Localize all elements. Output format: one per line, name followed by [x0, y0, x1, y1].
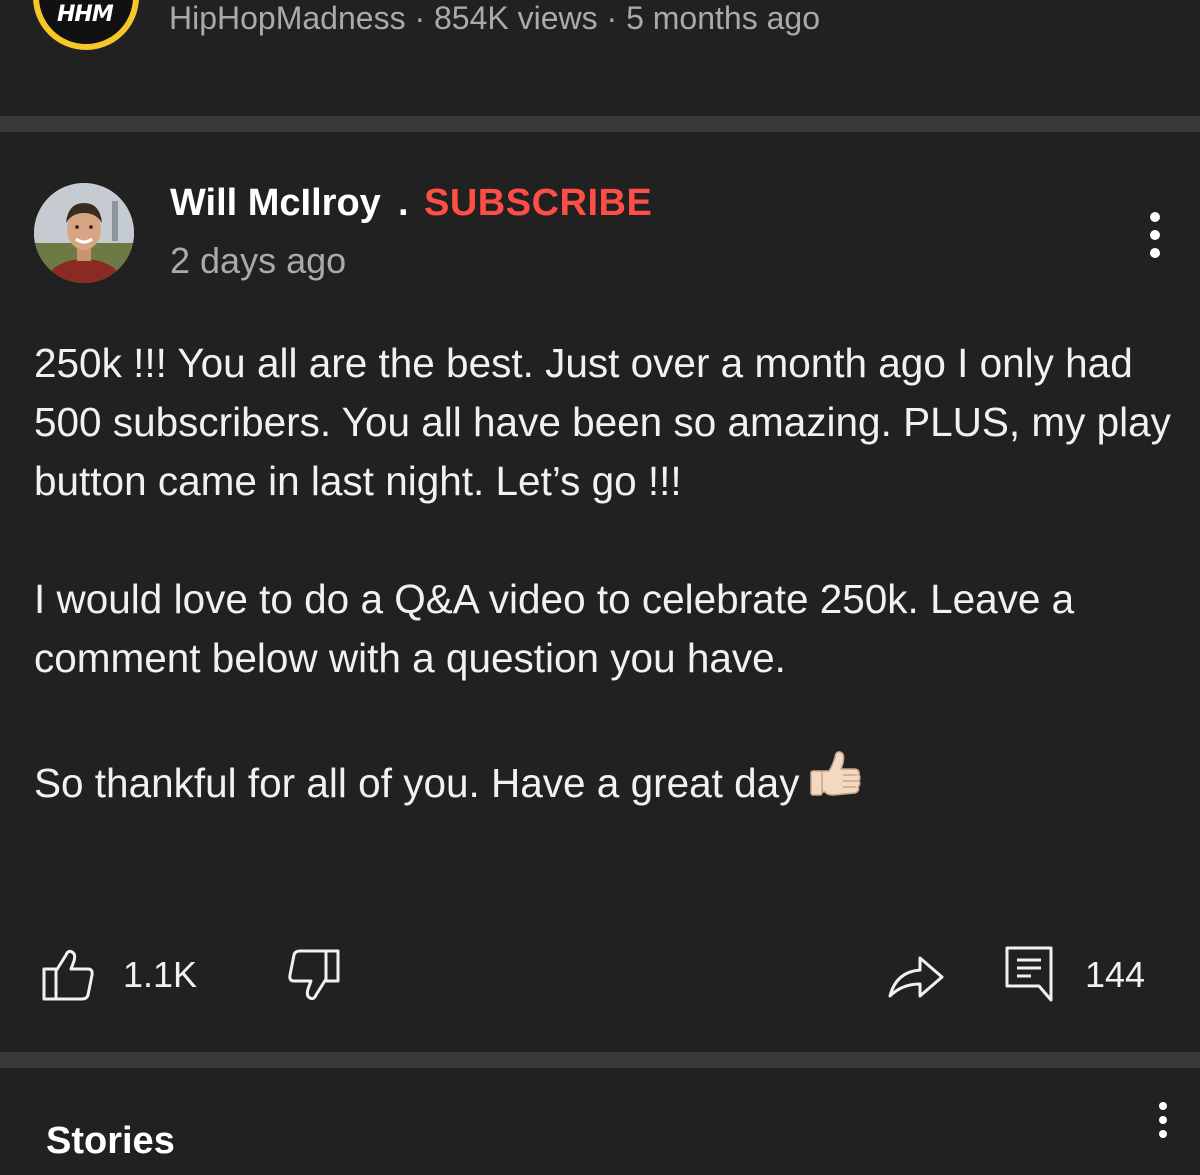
share-icon[interactable] [886, 950, 946, 1007]
meta-separator: · [606, 0, 618, 36]
community-post: Will McIlroy . SUBSCRIBE 2 days ago 250k… [0, 132, 1200, 1052]
post-paragraph: I would love to do a Q&A video to celebr… [34, 576, 1075, 681]
previous-video-row[interactable]: HHM HipHopMadness · 854K views · 5 month… [0, 0, 1200, 116]
section-divider [0, 1052, 1200, 1068]
more-options-icon[interactable] [1140, 210, 1170, 260]
post-paragraph-text: So thankful for all of you. Have a great… [34, 760, 800, 806]
channel-logo-text: HHM [57, 2, 114, 27]
name-separator: . [398, 182, 409, 224]
thumbs-up-emoji-icon [807, 747, 863, 819]
avatar-photo [34, 183, 134, 283]
author-name[interactable]: Will McIlroy [170, 182, 381, 225]
avatar[interactable] [34, 183, 134, 283]
upload-age: 5 months ago [626, 0, 820, 36]
more-options-icon[interactable] [1150, 1100, 1176, 1140]
section-divider [0, 116, 1200, 132]
video-metadata: HipHopMadness · 854K views · 5 months ag… [169, 0, 820, 37]
view-count: 854K views [434, 0, 598, 36]
channel-logo[interactable]: HHM [33, 0, 139, 50]
post-paragraph-last: So thankful for all of you. Have a great… [34, 747, 1174, 819]
channel-name: HipHopMadness [169, 0, 406, 36]
like-count: 1.1K [123, 954, 198, 995]
stories-heading: Stories [46, 1120, 175, 1162]
like-icon[interactable] [40, 947, 96, 1008]
post-paragraph: 250k !!! You all are the best. Just over… [34, 340, 1171, 504]
stories-shelf: Stories [0, 1068, 1200, 1175]
post-body: 250k !!! You all are the best. Just over… [34, 334, 1174, 819]
comment-count: 144 [1085, 954, 1146, 995]
post-timestamp: 2 days ago [170, 240, 347, 281]
dislike-icon[interactable] [286, 947, 342, 1008]
comment-icon[interactable] [1003, 944, 1055, 1007]
subscribe-button[interactable]: SUBSCRIBE [424, 182, 652, 225]
meta-separator: · [414, 0, 426, 36]
